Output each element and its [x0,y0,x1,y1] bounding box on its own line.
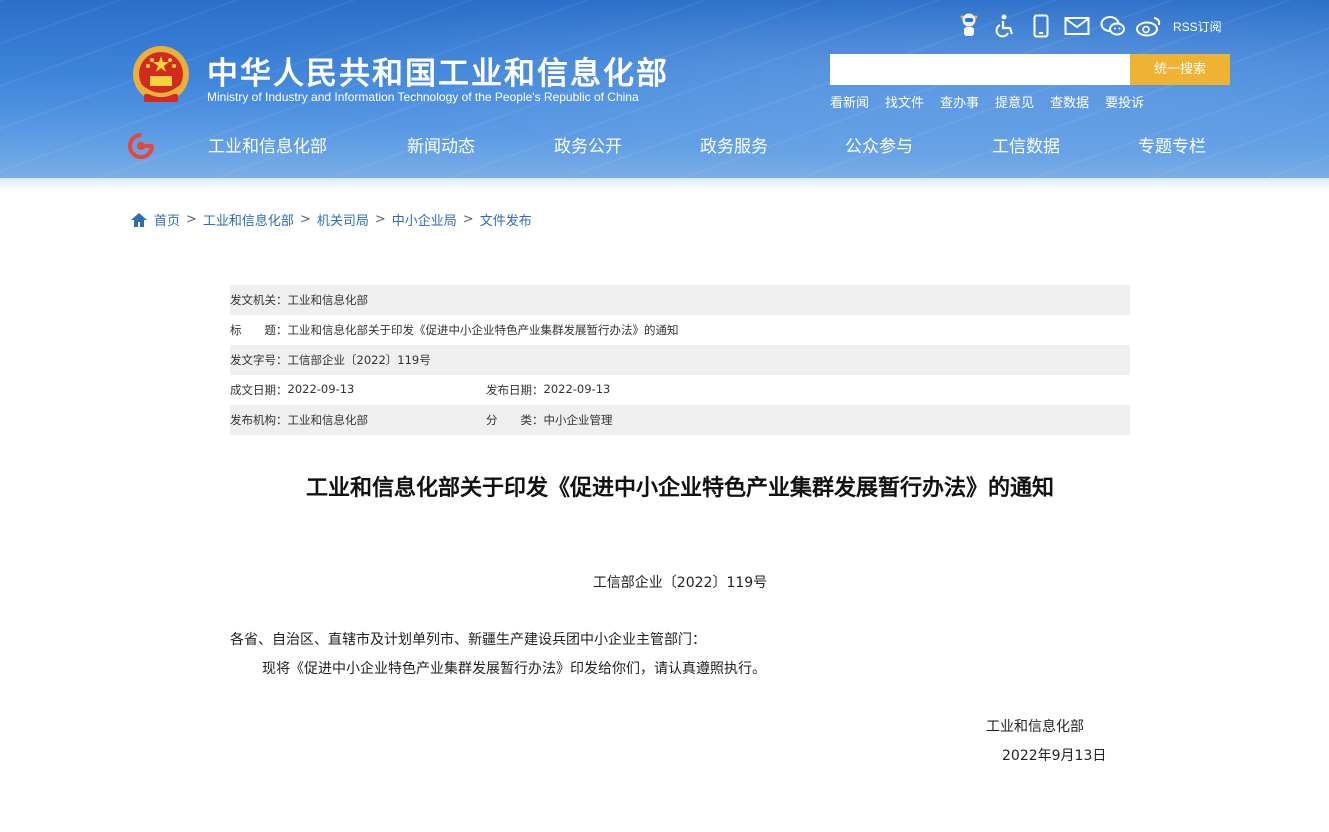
written-date-cell: 成文日期： 2022-09-13 [230,382,486,398]
article-signature-org: 工业和信息化部 [986,719,1084,735]
quick-link-documents[interactable]: 找文件 [885,92,924,111]
header-tools: RSS订阅 [955,12,1222,40]
breadcrumb-separator: > [186,212,197,227]
site-subtitle: Ministry of Industry and Information Tec… [207,90,639,104]
quick-links: 看新闻 找文件 查办事 提意见 查数据 要投诉 [830,92,1160,111]
quick-link-news[interactable]: 看新闻 [830,92,869,111]
published-date-value: 2022-09-13 [543,382,611,396]
article-doc-number: 工信部企业〔2022〕119号 [592,575,768,591]
title-value: 工业和信息化部关于印发《促进中小企业特色产业集群发展暂行办法》的通知 [287,323,679,337]
header-shadow [0,178,1329,190]
quick-link-suggestions[interactable]: 提意见 [995,92,1034,111]
mail-icon[interactable] [1063,12,1091,40]
search-button[interactable]: 统一搜索 [1130,54,1230,85]
info-row-title: 标 题： 工业和信息化部关于印发《促进中小企业特色产业集群发展暂行办法》的通知 [230,315,1130,345]
breadcrumb-departments[interactable]: 机关司局 [317,210,369,229]
title-label: 标 题： [230,323,288,337]
category-label: 分 类： [486,413,544,427]
issuer-value: 工业和信息化部 [287,293,369,307]
wheelchair-icon[interactable] [991,12,1019,40]
article-signature-date: 2022年9月13日 [1002,748,1107,764]
site-title: 中华人民共和国工业和信息化部 [207,56,669,92]
written-date-label: 成文日期： [230,383,288,397]
document-info-table: 发文机关： 工业和信息化部 标 题： 工业和信息化部关于印发《促进中小企业特色产… [230,285,1130,435]
miit-logo-icon [128,133,154,159]
breadcrumb-separator: > [462,212,474,227]
breadcrumb-ministry[interactable]: 工业和信息化部 [203,210,294,229]
wechat-icon[interactable] [1099,12,1127,40]
nav-item-government-services[interactable]: 政务服务 [700,132,768,157]
national-emblem-icon [133,46,189,102]
search-input[interactable] [830,54,1130,85]
site-header: 中华人民共和国工业和信息化部 Ministry of Industry and … [0,0,1329,180]
nav-item-miit-data[interactable]: 工信数据 [992,132,1060,157]
doc-no-label: 发文字号： [230,353,288,367]
breadcrumb-separator: > [299,212,311,227]
nav-item-public-participation[interactable]: 公众参与 [845,132,913,157]
info-row-dates: 成文日期： 2022-09-13 发布日期： 2022-09-13 [230,375,1130,405]
info-row-doc-no: 发文字号： 工信部企业〔2022〕119号 [230,345,1130,375]
article-salutation: 各省、自治区、直辖市及计划单列市、新疆生产建设兵团中小企业主管部门： [230,632,706,648]
published-date-cell: 发布日期： 2022-09-13 [486,382,610,398]
nav-item-news[interactable]: 新闻动态 [407,132,475,157]
org-value: 工业和信息化部 [287,413,369,427]
home-icon [131,212,147,227]
breadcrumb-home[interactable]: 首页 [154,210,180,229]
breadcrumb: 首页 > 工业和信息化部 > 机关司局 > 中小企业局 > 文件发布 [130,210,532,229]
mobile-icon[interactable] [1027,12,1055,40]
info-row-org-category: 发布机构： 工业和信息化部 分 类： 中小企业管理 [230,405,1130,435]
breadcrumb-documents[interactable]: 文件发布 [480,210,532,229]
info-row-issuer: 发文机关： 工业和信息化部 [230,285,1130,315]
written-date-value: 2022-09-13 [287,382,355,396]
published-date-label: 发布日期： [486,383,544,397]
rss-subscribe-link[interactable]: RSS订阅 [1173,18,1222,35]
accessibility-robot-icon[interactable] [955,12,983,40]
category-cell: 分 类： 中小企业管理 [486,412,613,428]
quick-link-complaints[interactable]: 要投诉 [1105,92,1144,111]
nav-item-ministry[interactable]: 工业和信息化部 [208,132,327,157]
nav-item-government-affairs[interactable]: 政务公开 [554,132,622,157]
nav-item-special-topics[interactable]: 专题专栏 [1138,132,1206,157]
article-title: 工业和信息化部关于印发《促进中小企业特色产业集群发展暂行办法》的通知 [305,476,1054,501]
issuer-label: 发文机关： [230,293,288,307]
category-value: 中小企业管理 [543,413,613,427]
org-cell: 发布机构： 工业和信息化部 [230,412,486,428]
org-label: 发布机构： [230,413,288,427]
quick-link-services[interactable]: 查办事 [940,92,979,111]
main-nav: 工业和信息化部 新闻动态 政务公开 政务服务 公众参与 工信数据 专题专栏 [170,132,1250,162]
breadcrumb-sme-bureau[interactable]: 中小企业局 [392,210,457,229]
quick-link-data[interactable]: 查数据 [1050,92,1089,111]
breadcrumb-separator: > [374,212,386,227]
doc-no-value: 工信部企业〔2022〕119号 [287,353,431,367]
article-body: 现将《促进中小企业特色产业集群发展暂行办法》印发给你们，请认真遵照执行。 [262,661,766,677]
weibo-icon[interactable] [1135,12,1163,40]
